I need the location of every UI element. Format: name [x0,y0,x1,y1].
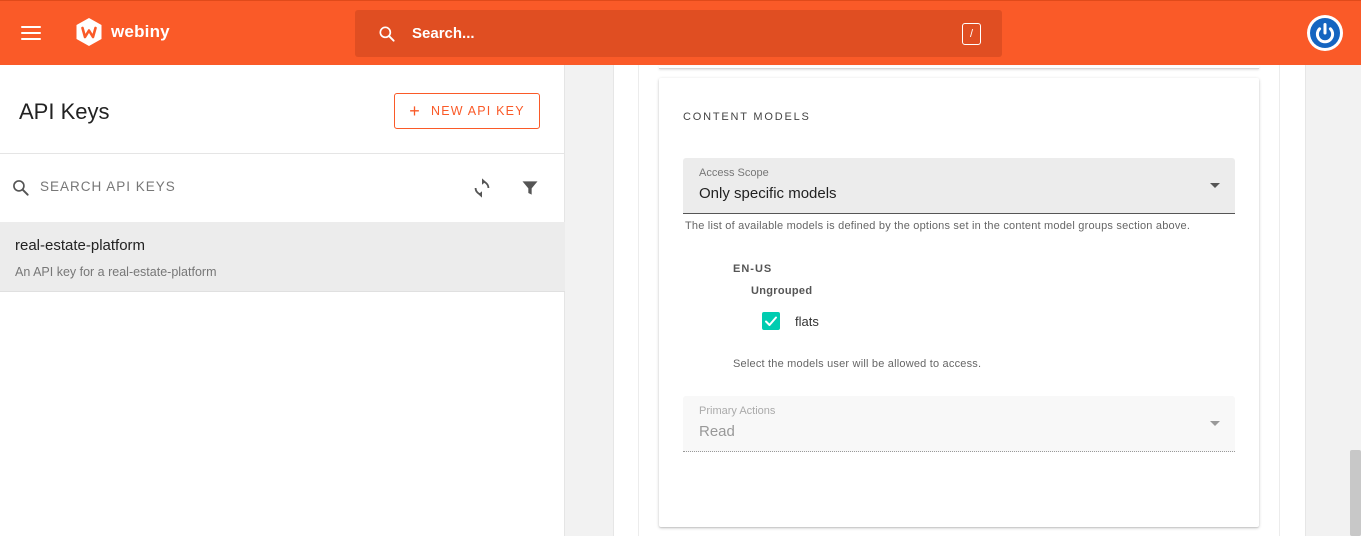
new-api-key-button[interactable]: + NEW API KEY [394,93,540,129]
content-models-card: CONTENT MODELS Access Scope Only specifi… [659,78,1259,527]
divider [0,153,565,154]
list-item-api-key[interactable]: real-estate-platform An API key for a re… [0,222,565,292]
brand-logo[interactable]: webiny [74,17,170,47]
model-checkbox-label[interactable]: flats [795,314,819,329]
plus-icon: + [409,101,421,121]
access-scope-select[interactable]: Access Scope Only specific models [683,158,1235,214]
page-scrollbar[interactable] [1350,450,1361,536]
global-search-bar[interactable]: Search... / [355,10,1002,57]
api-key-description: An API key for a real-estate-platform [15,265,217,279]
new-api-key-label: NEW API KEY [430,104,525,118]
model-checkbox-flats[interactable] [762,312,780,330]
api-keys-list-panel: API Keys + NEW API KEY real-estate-platf… [0,65,565,536]
api-key-name: real-estate-platform [15,237,146,254]
primary-actions-label: Primary Actions [699,405,776,417]
api-keys-search-input[interactable] [40,179,420,194]
brand-name: webiny [111,22,170,41]
locale-label: EN-US [733,263,773,275]
refresh-icon[interactable] [471,177,493,199]
user-menu-power-icon[interactable] [1306,14,1344,52]
models-helper-text: Select the models user will be allowed t… [733,358,982,370]
chevron-down-icon [1210,183,1220,188]
webiny-logo-icon [76,18,102,46]
search-shortcut-badge: / [962,23,981,45]
access-scope-label: Access Scope [699,167,769,179]
hamburger-menu-icon[interactable] [21,26,41,40]
section-title: CONTENT MODELS [683,111,811,123]
search-icon [379,26,395,42]
checkmark-icon [765,316,777,326]
page-title: API Keys [19,99,110,124]
primary-actions-select[interactable]: Primary Actions Read [683,396,1235,452]
access-scope-helper-text: The list of available models is defined … [685,220,1191,232]
access-scope-value: Only specific models [699,185,837,202]
search-icon [13,180,29,196]
previous-card-edge [659,66,1259,69]
chevron-down-icon [1210,421,1220,426]
primary-actions-value: Read [699,423,735,440]
search-placeholder: Search... [412,25,475,42]
filter-icon[interactable] [520,178,540,198]
model-group-label: Ungrouped [751,285,813,297]
top-bar: webiny Search... / [0,0,1361,65]
